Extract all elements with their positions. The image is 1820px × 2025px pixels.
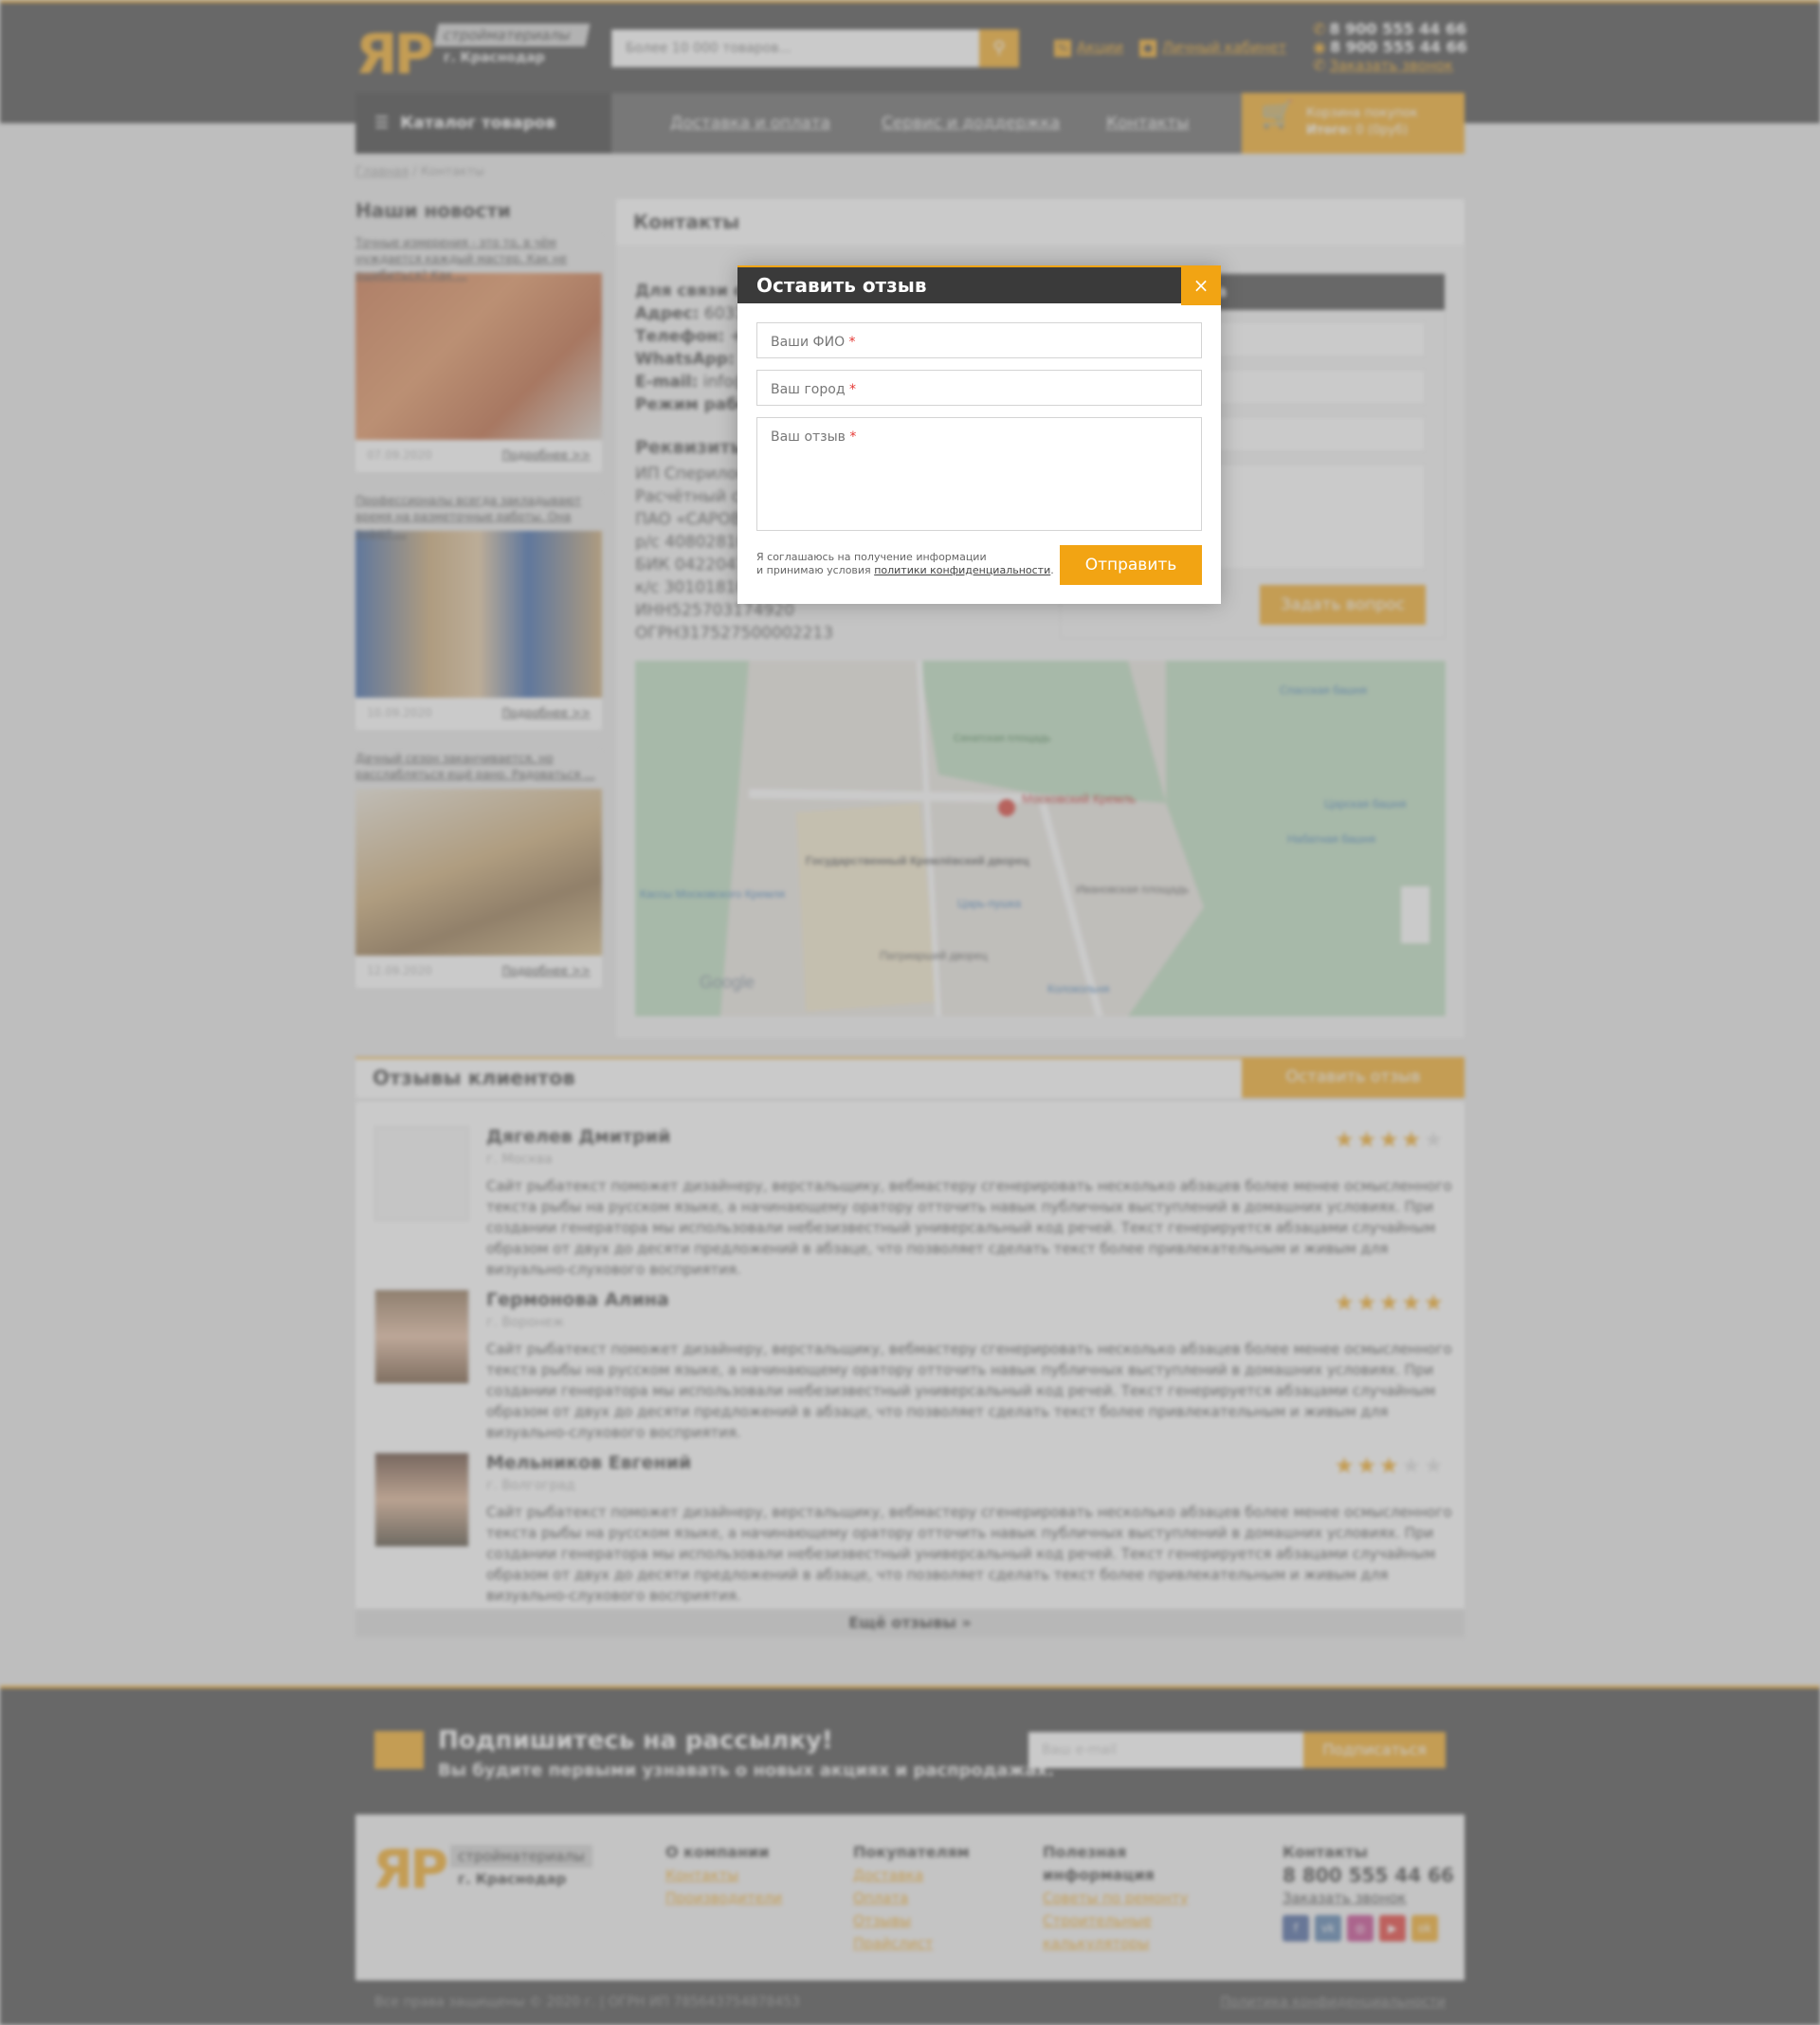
privacy-link[interactable]: политики конфиденциальности [874, 564, 1050, 576]
close-button[interactable]: × [1181, 265, 1221, 305]
modal-header: Оставить отзыв × [737, 265, 1221, 305]
review-field[interactable]: Ваш отзыв * [756, 417, 1202, 531]
review-modal: Оставить отзыв × Ваши ФИО * Ваш город * … [737, 265, 1221, 604]
consent-line-1: Я соглашаюсь на получение информации [756, 551, 987, 563]
city-input[interactable] [757, 371, 1201, 405]
name-input[interactable] [757, 323, 1201, 357]
name-field[interactable]: Ваши ФИО * [756, 322, 1202, 358]
city-field[interactable]: Ваш город * [756, 370, 1202, 406]
review-textarea[interactable] [757, 418, 1201, 530]
modal-title: Оставить отзыв [756, 274, 927, 297]
consent-line-2: и принимаю условия [756, 564, 871, 576]
consent-text: Я соглашаюсь на получение информации и п… [756, 551, 1054, 576]
submit-button[interactable]: Отправить [1060, 545, 1202, 585]
close-icon: × [1192, 274, 1210, 297]
